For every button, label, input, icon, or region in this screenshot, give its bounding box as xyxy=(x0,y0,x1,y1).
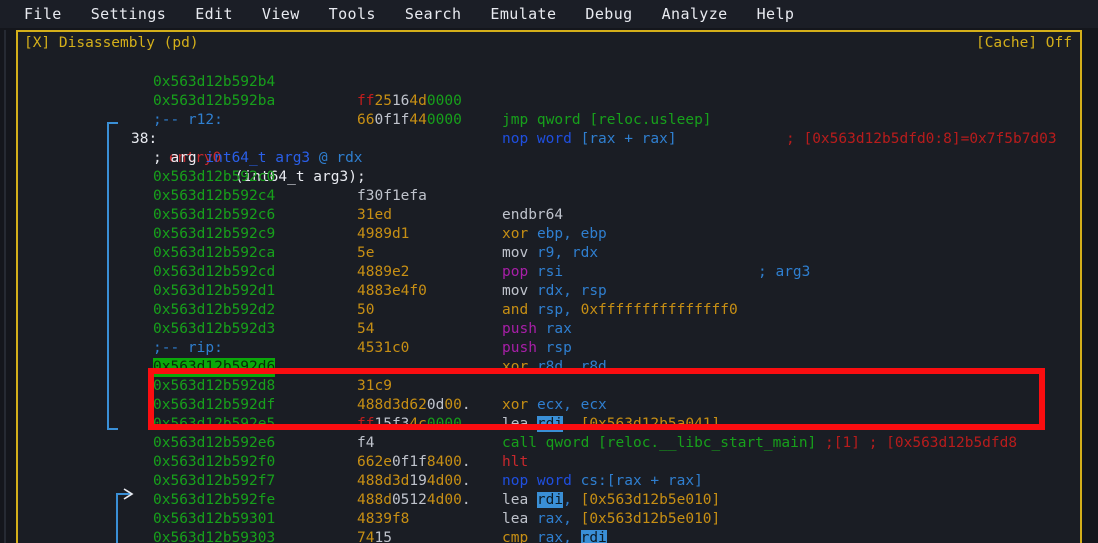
menu-item-debug[interactable]: Debug xyxy=(585,5,632,23)
table-row[interactable]: 0x563d12b592e6 662e0f1f8400. nop word cs… xyxy=(18,415,1080,489)
table-row-current-rip[interactable]: 0x563d12b592d6 31c9 xor ecx, ecx xyxy=(18,339,1080,413)
function-header-row[interactable]: 38: entry0 (int64_t arg3); xyxy=(18,111,1080,185)
window-left-strip xyxy=(0,30,16,543)
flag-comment-row: ;-- rip: xyxy=(18,320,1080,356)
table-row[interactable]: 0x563d12b592d1 50 push rax xyxy=(18,263,1080,337)
table-row[interactable]: 0x563d12b592f7 488d05124d00. lea rax, [0… xyxy=(18,453,1080,527)
disassembly-listing[interactable]: 0x563d12b592b4 ff25164d0000 jmp qword [r… xyxy=(18,54,1080,543)
disassembly-panel[interactable]: [X] Disassembly (pd) [Cache] Off 0x563d1… xyxy=(16,30,1082,543)
table-row[interactable]: 0x563d12b592c9 5e pop rsi xyxy=(18,206,1080,280)
table-row[interactable]: 0x563d12b592c0 f30f1efa endbr64 xyxy=(18,149,1080,223)
table-row[interactable]: 0x563d12b592ba 660f1f440000 nop word [ra… xyxy=(18,73,1080,147)
table-row[interactable]: 0x563d12b592fe 4839f8 cmp rax, rdi xyxy=(18,472,1080,543)
argument-comment-row: ; arg int64_t arg3 @ rdx xyxy=(18,130,1080,166)
menu-item-search[interactable]: Search xyxy=(405,5,462,23)
menu-item-settings[interactable]: Settings xyxy=(91,5,166,23)
table-row[interactable]: 0x563d12b59301 7415 je 0x563d12b59318 xyxy=(18,491,1080,543)
table-row[interactable]: 0x563d12b592df ff15f34c0000 call qword [… xyxy=(18,377,1080,451)
table-row[interactable]: 0x563d12b592b4 ff25164d0000 jmp qword [r… xyxy=(18,54,1080,147)
table-row[interactable]: 0x563d12b592d8 488d3d620d00. lea rdi, [0… xyxy=(18,358,1080,432)
cache-status-indicator: [Cache] Off xyxy=(975,35,1072,51)
radare2-visual-window: File Settings Edit View Tools Search Emu… xyxy=(0,0,1098,543)
table-row[interactable]: 0x563d12b592ca 4889e2 mov rdx, rsp xyxy=(18,225,1080,299)
table-row[interactable]: 0x563d12b592d3 4531c0 xor r8d, r8d xyxy=(18,301,1080,375)
menu-item-file[interactable]: File xyxy=(24,5,62,23)
panel-title: [X] Disassembly (pd) xyxy=(24,35,199,51)
table-row[interactable]: 0x563d12b592cd 4883e4f0 and rsp, 0xfffff… xyxy=(18,244,1080,318)
flag-comment-row: ;-- r12: xyxy=(18,92,1080,128)
table-row[interactable]: 0x563d12b5930a 4885c0 test rax, rax xyxy=(18,529,1080,543)
menu-item-tools[interactable]: Tools xyxy=(329,5,376,23)
table-row[interactable]: 0x563d12b592f0 488d3d194d00. lea rdi, [0… xyxy=(18,434,1080,508)
table-row[interactable]: 0x563d12b592d2 54 push rsp xyxy=(18,282,1080,356)
table-row[interactable]: 0x563d12b59303 488b05d64c00. mov rax, qw… xyxy=(18,510,1080,543)
menu-item-edit[interactable]: Edit xyxy=(195,5,233,23)
menu-item-analyze[interactable]: Analyze xyxy=(662,5,728,23)
menu-bar: File Settings Edit View Tools Search Emu… xyxy=(0,0,1098,28)
menu-item-view[interactable]: View xyxy=(262,5,300,23)
table-row[interactable]: 0x563d12b592c6 4989d1 mov r9, rdx ; arg3 xyxy=(18,187,1080,280)
table-row[interactable]: 0x563d12b592c4 31ed xor ebp, ebp xyxy=(18,168,1080,242)
table-row[interactable]: 0x563d12b592e5 f4 hlt xyxy=(18,396,1080,470)
menu-item-help[interactable]: Help xyxy=(757,5,795,23)
menu-item-emulate[interactable]: Emulate xyxy=(490,5,556,23)
